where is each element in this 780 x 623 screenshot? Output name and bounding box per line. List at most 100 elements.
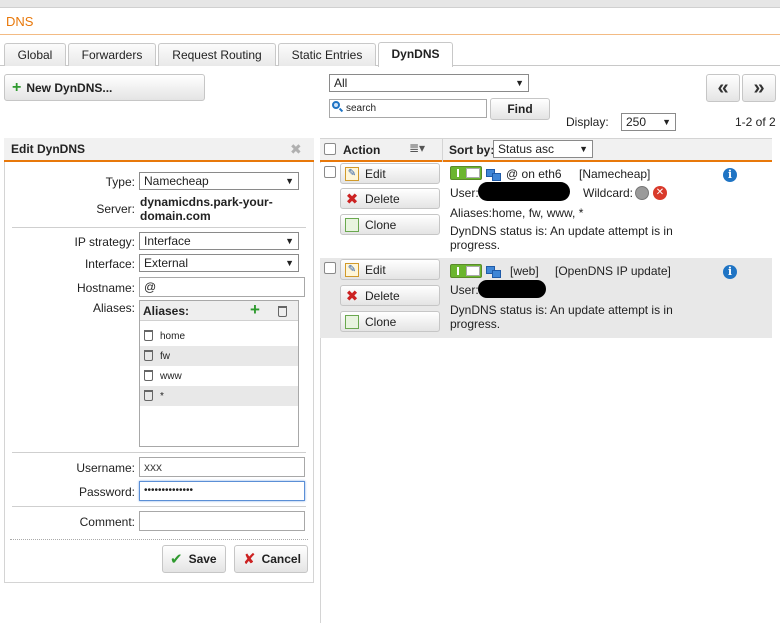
row-checkbox[interactable] — [324, 262, 336, 274]
tab-dyndns[interactable]: DynDNS — [378, 42, 453, 67]
app-title: DNS — [6, 14, 34, 29]
info-icon[interactable]: i — [723, 265, 737, 279]
dyndns-host: @ on eth6 — [506, 167, 562, 181]
wildcard-status-icon — [635, 186, 649, 200]
clone-icon — [345, 314, 359, 329]
status-text: DynDNS status is: An update attempt is i… — [450, 224, 673, 238]
add-alias-icon[interactable]: + — [250, 300, 260, 320]
cancel-button[interactable]: ✘ Cancel — [234, 545, 308, 573]
filter-select[interactable]: All ▼ — [329, 74, 529, 92]
window-top-strip — [0, 0, 780, 8]
enabled-toggle[interactable] — [450, 166, 482, 180]
ip-strategy-value: Interface — [144, 234, 191, 248]
chevron-down-icon: ▼ — [579, 144, 588, 154]
redacted-username — [478, 280, 546, 298]
sortby-label: Sort by: — [449, 143, 495, 157]
checkmark-icon: ✔ — [170, 551, 183, 568]
username-value: xxx — [144, 460, 162, 474]
title-divider — [0, 34, 780, 35]
sortby-select[interactable]: Status asc ▼ — [493, 140, 593, 158]
row-checkbox[interactable] — [324, 166, 336, 178]
dyndns-provider: [OpenDNS IP update] — [555, 264, 671, 278]
tab-static-entries[interactable]: Static Entries — [278, 43, 376, 66]
username-input[interactable]: xxx — [139, 457, 305, 477]
new-dyndns-label: New DynDNS... — [26, 80, 113, 95]
alias-value: * — [160, 391, 164, 402]
trash-icon[interactable] — [144, 390, 153, 401]
ip-strategy-select[interactable]: Interface ▼ — [139, 232, 299, 250]
find-button[interactable]: Find — [490, 98, 550, 120]
password-label: Password: — [78, 485, 135, 499]
tab-forwarders[interactable]: Forwarders — [68, 43, 156, 66]
trash-icon[interactable] — [144, 350, 153, 361]
user-label: User: — [450, 186, 479, 200]
trash-icon[interactable] — [144, 370, 153, 381]
plus-icon: + — [12, 78, 22, 96]
search-icon — [332, 101, 344, 113]
hostname-input[interactable]: @ — [139, 277, 305, 297]
prev-page-button[interactable]: « — [706, 74, 740, 102]
cancel-label: Cancel — [261, 552, 301, 566]
edit-button[interactable]: ✎ Edit — [340, 163, 440, 184]
alias-value: fw — [160, 351, 170, 362]
trash-icon[interactable] — [144, 330, 153, 341]
type-label: Type: — [105, 175, 135, 189]
clone-label: Clone — [365, 217, 397, 232]
new-dyndns-button[interactable]: + New DynDNS... — [4, 74, 205, 101]
edit-label: Edit — [365, 262, 386, 277]
display-label: Display: — [566, 115, 609, 129]
close-icon[interactable]: ✖ — [290, 141, 302, 158]
save-button[interactable]: ✔ Save — [162, 545, 226, 573]
type-select[interactable]: Namecheap ▼ — [139, 172, 299, 190]
edit-panel-title: Edit DynDNS — [11, 142, 86, 156]
edit-icon: ✎ — [345, 166, 359, 181]
select-all-checkbox[interactable] — [324, 143, 336, 155]
dyndns-host: [web] — [510, 264, 539, 278]
chevron-down-icon: ▼ — [515, 78, 524, 88]
password-value: •••••••••••••• — [144, 485, 194, 496]
x-icon: ✖ — [345, 190, 359, 208]
redacted-username — [478, 182, 570, 201]
interface-select[interactable]: External ▼ — [139, 254, 299, 272]
wildcard-label: Wildcard: — [583, 186, 634, 200]
alias-value: home — [160, 331, 186, 342]
status-text-cont: progress. — [450, 317, 501, 331]
column-menu-icon[interactable]: ≣▾ — [409, 141, 425, 155]
interface-value: External — [144, 256, 189, 270]
info-icon[interactable]: i — [723, 168, 737, 182]
divider — [12, 506, 306, 507]
server-label: Server: — [96, 202, 135, 216]
comment-input[interactable] — [139, 511, 305, 531]
tab-request-routing[interactable]: Request Routing — [158, 43, 276, 66]
chevron-down-icon: ▼ — [285, 258, 294, 268]
aliases-text: Aliases:home, fw, www, * — [450, 206, 584, 220]
chevron-down-icon: ▼ — [662, 117, 671, 127]
search-input[interactable]: search — [329, 99, 487, 118]
enabled-toggle[interactable] — [450, 264, 482, 278]
password-input[interactable]: •••••••••••••• — [139, 481, 305, 501]
tab-global[interactable]: Global — [4, 43, 66, 66]
display-count-select[interactable]: 250 ▼ — [621, 113, 676, 131]
alias-value: www — [160, 371, 182, 382]
clone-button[interactable]: Clone — [340, 214, 440, 235]
network-icon — [486, 169, 501, 181]
clone-button[interactable]: Clone — [340, 311, 440, 332]
trash-icon[interactable] — [278, 306, 287, 317]
chevron-down-icon: ▼ — [285, 236, 294, 246]
type-select-value: Namecheap — [144, 174, 209, 188]
status-text: DynDNS status is: An update attempt is i… — [450, 303, 673, 317]
delete-button[interactable]: ✖ Delete — [340, 285, 440, 306]
network-icon — [486, 266, 501, 278]
hostname-label: Hostname: — [76, 281, 135, 295]
double-chevron-left-icon: « — [717, 76, 729, 99]
delete-button[interactable]: ✖ Delete — [340, 188, 440, 209]
edit-button[interactable]: ✎ Edit — [340, 259, 440, 280]
hostname-value: @ — [144, 280, 157, 294]
next-page-button[interactable]: » — [742, 74, 776, 102]
clone-icon — [345, 217, 359, 232]
aliases-header-label: Aliases: — [143, 304, 190, 318]
remove-wildcard-icon[interactable]: ✕ — [653, 186, 667, 200]
edit-label: Edit — [365, 166, 386, 181]
user-label: User: — [450, 283, 479, 297]
filter-select-value: All — [334, 76, 348, 90]
